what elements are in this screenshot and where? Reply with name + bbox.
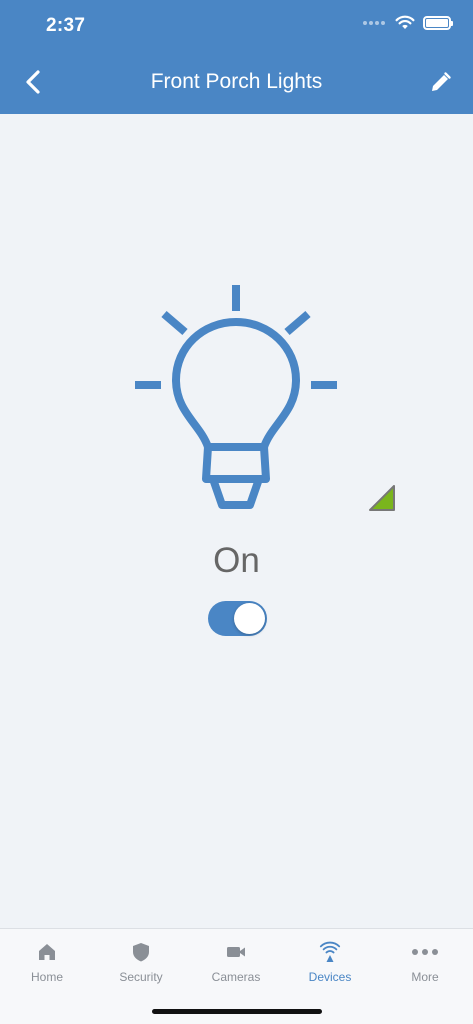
toggle-knob [234,603,265,634]
house-icon [39,944,55,960]
battery-icon [423,15,453,30]
page-title: Front Porch Lights [150,70,323,93]
tab-label: Security [119,970,163,984]
tab-security[interactable]: Security [94,929,188,991]
tab-label: Home [30,970,63,984]
wireless-signal-icon [319,941,341,962]
cellular-signal-icon [363,20,385,25]
tab-more[interactable]: More [378,929,472,991]
device-state-label: On [213,541,260,580]
edit-button[interactable] [427,70,453,96]
tab-label: More [411,970,439,984]
tab-cameras[interactable]: Cameras [189,929,283,991]
ellipsis-icon [412,949,438,955]
status-icons [363,15,453,30]
home-indicator [152,1009,322,1014]
status-time: 2:37 [46,15,86,36]
video-camera-icon [227,947,245,957]
power-toggle[interactable] [208,601,267,636]
top-bar: 2:37 Front Porch Lights [0,0,473,114]
tab-home[interactable]: Home [0,929,94,991]
lightbulb-icon [135,285,337,509]
tab-devices[interactable]: Devices [283,929,377,991]
tab-label: Devices [308,970,352,984]
shield-icon [133,943,149,962]
signal-strength-icon [369,485,395,511]
tab-label: Cameras [211,970,261,984]
wifi-icon [395,15,415,29]
